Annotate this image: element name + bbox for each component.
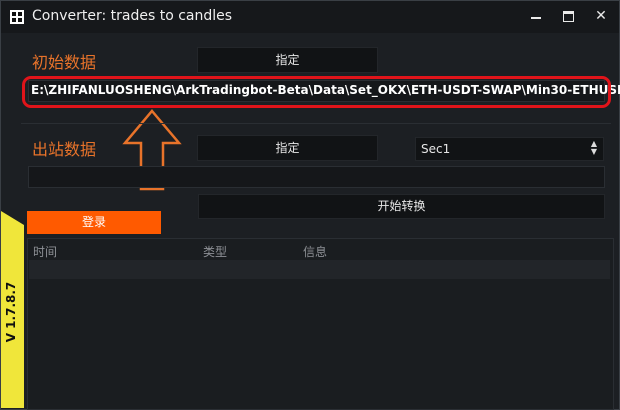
table-row (29, 260, 610, 279)
maximize-icon (562, 10, 574, 22)
close-button[interactable]: ✕ (587, 5, 615, 27)
source-data-label: 初始数据 (32, 53, 97, 72)
close-icon: ✕ (595, 8, 607, 24)
log-col-time: 时间 (33, 245, 58, 259)
minimize-button[interactable] (522, 5, 550, 27)
timeframe-select-value: Sec1 (421, 142, 451, 156)
timeframe-select[interactable]: Sec1 ▲ ▼ (415, 137, 604, 161)
window-title: Converter: trades to candles (32, 8, 233, 24)
login-button[interactable]: 登录 (27, 211, 161, 234)
app-logo-icon (10, 10, 24, 24)
minimize-icon (531, 17, 541, 19)
output-data-label: 出站数据 (32, 140, 97, 159)
spinner-arrows-icon: ▲ ▼ (590, 139, 597, 156)
section-divider (21, 123, 611, 124)
start-convert-button[interactable]: 开始转换 (198, 194, 605, 219)
log-col-info: 信息 (303, 245, 328, 259)
app-window: Converter: trades to candles ✕ 初始数据 指定 E… (0, 0, 620, 410)
title-bar[interactable]: Converter: trades to candles ✕ (1, 1, 619, 33)
source-specify-button[interactable]: 指定 (197, 47, 378, 73)
version-label: V 1.7.8.7 (4, 281, 18, 343)
output-path-field[interactable] (28, 166, 605, 188)
maximize-button[interactable] (554, 5, 582, 27)
log-col-type: 类型 (203, 245, 228, 259)
output-specify-button[interactable]: 指定 (197, 135, 378, 161)
highlight-outline (22, 76, 611, 108)
